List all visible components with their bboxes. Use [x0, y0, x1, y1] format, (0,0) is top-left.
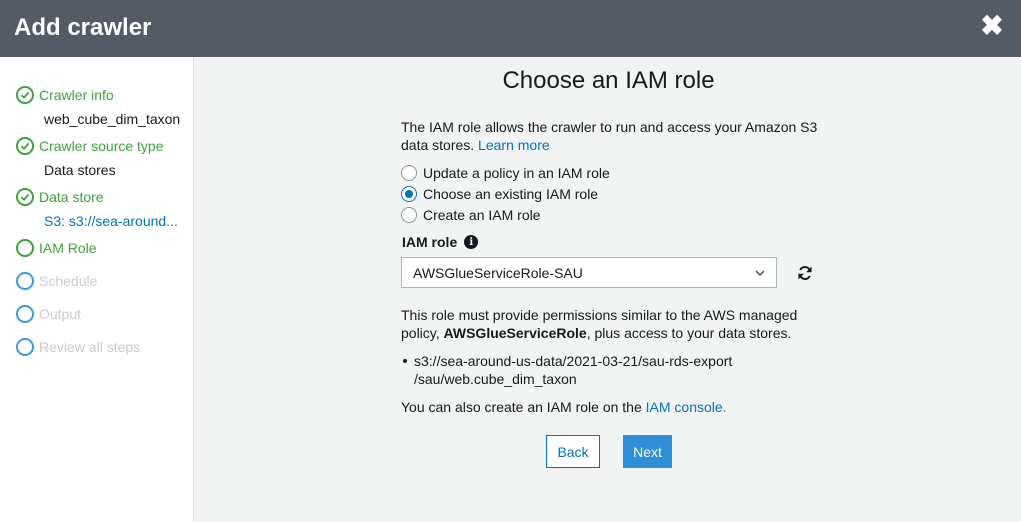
- step-review: Review all steps: [16, 337, 140, 357]
- iam-role-select[interactable]: AWSGlueServiceRole-SAU: [401, 257, 777, 288]
- managed-policy-name: AWSGlueServiceRole: [443, 325, 587, 341]
- step-circle-icon: [16, 239, 34, 257]
- step-iam-role[interactable]: IAM Role: [16, 238, 97, 258]
- iam-console-note: You can also create an IAM role on the I…: [401, 398, 727, 416]
- role-description: This role must provide permissions simil…: [401, 306, 821, 342]
- option-label: Update a policy in an IAM role: [423, 165, 610, 181]
- step-schedule: Schedule: [16, 271, 97, 291]
- option-label: Create an IAM role: [423, 207, 541, 223]
- step-label: Schedule: [39, 273, 98, 289]
- step-label: Data store: [39, 189, 104, 205]
- radio-button[interactable]: [401, 165, 417, 181]
- bullet-icon: [403, 359, 407, 363]
- step-data-store[interactable]: Data store: [16, 187, 104, 207]
- check-icon: [16, 188, 34, 206]
- step-label: Crawler info: [39, 87, 114, 103]
- info-icon[interactable]: i: [464, 235, 479, 249]
- step-output: Output: [16, 304, 81, 324]
- steps-sidebar: Crawler info web_cube_dim_taxon Crawler …: [0, 57, 194, 522]
- step-detail-source-type: Data stores: [44, 162, 116, 178]
- intro-text: The IAM role allows the crawler to run a…: [401, 118, 821, 154]
- page-title: Choose an IAM role: [502, 67, 715, 94]
- main-panel: Choose an IAM role The IAM role allows t…: [194, 57, 1021, 522]
- back-button[interactable]: Back: [546, 435, 600, 468]
- title-bar: Add crawler ✖: [0, 0, 1021, 57]
- radio-button-selected[interactable]: [401, 186, 417, 202]
- role-description-suffix: , plus access to your data stores.: [586, 325, 792, 341]
- option-update-policy[interactable]: Update a policy in an IAM role: [401, 164, 610, 182]
- iam-console-text: You can also create an IAM role on the: [401, 399, 642, 415]
- step-detail-crawler-name: web_cube_dim_taxon: [44, 111, 181, 127]
- step-crawler-source-type[interactable]: Crawler source type: [16, 136, 164, 156]
- dialog-title: Add crawler: [14, 14, 152, 41]
- step-label: Crawler source type: [39, 138, 164, 154]
- data-store-path-line2: /sau/web.cube_dim_taxon: [414, 371, 577, 387]
- next-button[interactable]: Next: [623, 435, 672, 468]
- data-store-path-item: s3://sea-around-us-data/2021-03-21/sau-r…: [403, 352, 732, 388]
- step-detail-data-store-link[interactable]: S3: s3://sea-around...: [44, 212, 178, 230]
- learn-more-link[interactable]: Learn more: [478, 137, 550, 153]
- iam-role-value: AWSGlueServiceRole-SAU: [413, 264, 583, 281]
- iam-role-field-label: IAM role i: [402, 234, 479, 250]
- option-choose-existing[interactable]: Choose an existing IAM role: [401, 185, 598, 203]
- step-crawler-info[interactable]: Crawler info: [16, 85, 114, 105]
- iam-role-label: IAM role: [402, 234, 458, 250]
- close-icon[interactable]: ✖: [980, 12, 1004, 40]
- step-circle-icon: [16, 305, 34, 323]
- step-label: IAM Role: [39, 240, 97, 256]
- step-label: Output: [39, 306, 82, 322]
- intro-body: The IAM role allows the crawler to run a…: [401, 119, 818, 153]
- radio-button[interactable]: [401, 207, 417, 223]
- step-circle-icon: [16, 338, 34, 356]
- step-label: Review all steps: [39, 339, 141, 355]
- step-circle-icon: [16, 272, 34, 290]
- data-store-path-line1: s3://sea-around-us-data/2021-03-21/sau-r…: [414, 353, 733, 369]
- check-icon: [16, 86, 34, 104]
- refresh-icon[interactable]: [797, 265, 813, 281]
- option-create-role[interactable]: Create an IAM role: [401, 206, 541, 224]
- chevron-down-icon: [755, 270, 765, 277]
- option-label: Choose an existing IAM role: [423, 186, 599, 202]
- iam-console-link[interactable]: IAM console.: [646, 399, 727, 415]
- check-icon: [16, 137, 34, 155]
